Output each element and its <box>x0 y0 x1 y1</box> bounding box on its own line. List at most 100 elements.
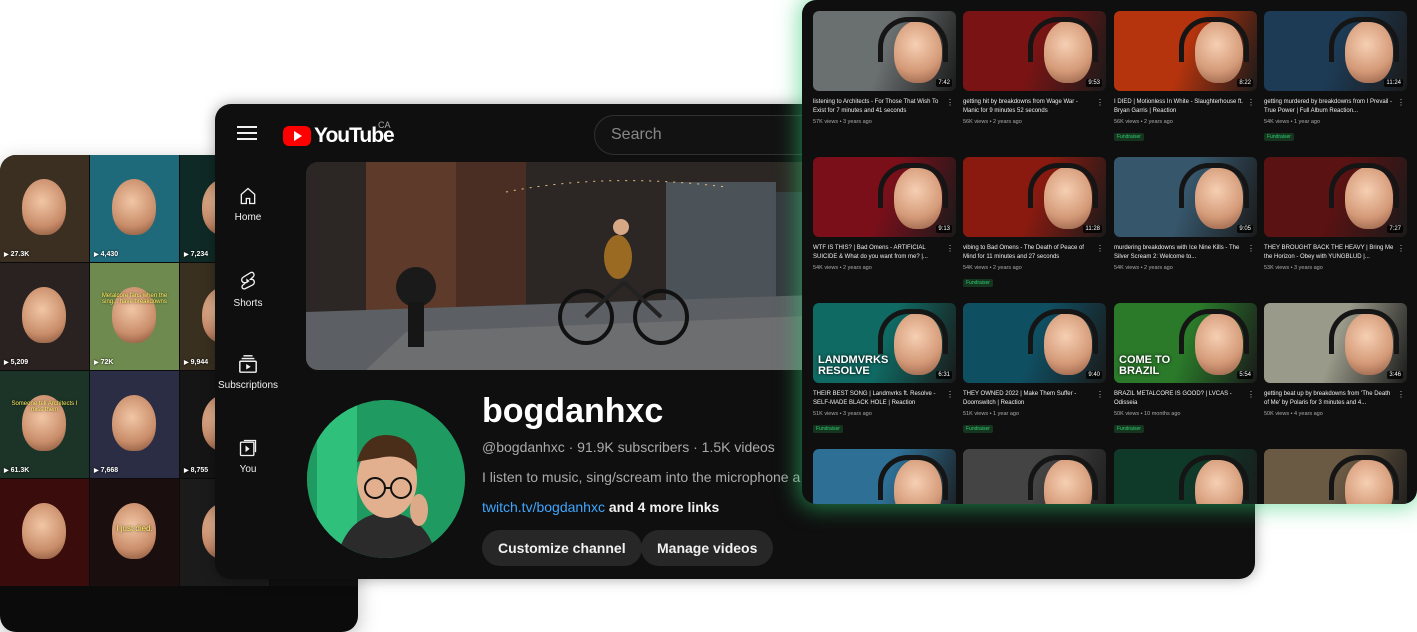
channel-link[interactable]: twitch.tv/bogdanhxc <box>482 499 605 515</box>
video-thumbnail[interactable]: 3:46 <box>1264 303 1407 383</box>
short-view-count: 27.3K <box>4 251 30 258</box>
customize-channel-button[interactable]: Customize channel <box>482 530 642 566</box>
short-view-count: 61.3K <box>4 467 30 474</box>
short-view-count: 4,430 <box>94 251 119 258</box>
more-options-icon[interactable]: ⋮ <box>946 390 954 399</box>
headphones-shape <box>878 309 948 354</box>
video-title[interactable]: WTF IS THIS? | Bad Omens - ARTIFICIAL SU… <box>813 245 928 260</box>
more-options-icon[interactable]: ⋮ <box>946 98 954 107</box>
short-thumbnail-face <box>22 179 66 235</box>
video-card[interactable]: 9:05 murdering breakdowns with Ice Nine K… <box>1114 157 1257 271</box>
video-stats: 54K views • 2 years ago <box>813 265 872 271</box>
video-title[interactable]: THEY BROUGHT BACK THE HEAVY | Bring Me t… <box>1264 245 1393 260</box>
video-thumbnail[interactable]: COME TO BRAZIL 5:54 <box>1114 303 1257 383</box>
video-duration: 9:40 <box>1086 371 1102 379</box>
video-thumbnail[interactable]: 7:42 <box>813 11 956 91</box>
video-stats: 56K views • 2 years ago <box>963 119 1022 125</box>
more-options-icon[interactable]: ⋮ <box>1096 98 1104 107</box>
video-duration: 7:42 <box>936 79 952 87</box>
video-thumbnail[interactable] <box>963 449 1106 504</box>
video-title[interactable]: getting beat up by breakdowns from 'The … <box>1264 391 1390 406</box>
more-options-icon[interactable]: ⋮ <box>1096 244 1104 253</box>
video-card[interactable]: 7:42 listening to Architects - For Those … <box>813 11 956 125</box>
video-card[interactable]: 9:13 WTF IS THIS? | Bad Omens - ARTIFICIA… <box>813 157 956 271</box>
video-card[interactable]: LANDMVRKS RESOLVE 6:31 THEIR BEST SONG | L… <box>813 303 956 435</box>
video-duration: 7:27 <box>1387 225 1403 233</box>
more-options-icon[interactable]: ⋮ <box>1247 98 1255 107</box>
sidebar-item-shorts[interactable]: Shorts <box>215 270 281 344</box>
more-options-icon[interactable]: ⋮ <box>1247 244 1255 253</box>
more-options-icon[interactable]: ⋮ <box>1397 98 1405 107</box>
video-title[interactable]: listening to Architects - For Those That… <box>813 99 938 114</box>
more-options-icon[interactable]: ⋮ <box>1397 244 1405 253</box>
video-title[interactable]: I DIED | Motionless In White - Slaughter… <box>1114 99 1243 114</box>
video-title[interactable]: THEY OWNED 2022 | Make Them Suffer - Doo… <box>963 391 1076 406</box>
short-tile[interactable]: 7,668 <box>90 371 179 478</box>
video-card[interactable]: 9:40 THEY OWNED 2022 | Make Them Suffer -… <box>963 303 1106 435</box>
more-options-icon[interactable]: ⋮ <box>1247 390 1255 399</box>
more-links-link[interactable]: and 4 more links <box>605 499 720 515</box>
more-options-icon[interactable]: ⋮ <box>1096 390 1104 399</box>
video-stats: 54K views • 2 years ago <box>1114 265 1173 271</box>
video-card[interactable]: 11:28 vibing to Bad Omens - The Death of … <box>963 157 1106 289</box>
video-card[interactable] <box>1264 449 1407 504</box>
video-card[interactable] <box>813 449 956 504</box>
video-card[interactable]: COME TO BRAZIL 5:54 BRAZIL METALCORE IS GO… <box>1114 303 1257 435</box>
short-tile[interactable] <box>0 479 89 586</box>
video-title[interactable]: getting hit by breakdowns from Wage War … <box>963 99 1078 114</box>
short-tile[interactable]: 5,209 <box>0 263 89 370</box>
more-options-icon[interactable]: ⋮ <box>1397 390 1405 399</box>
video-card[interactable]: 8:22 I DIED | Motionless In White - Slaug… <box>1114 11 1257 143</box>
video-card[interactable]: 3:46 getting beat up by breakdowns from '… <box>1264 303 1407 417</box>
fundraiser-badge: Fundraiser <box>963 279 993 287</box>
video-title[interactable]: getting murdered by breakdowns from I Pr… <box>1264 99 1392 114</box>
video-stats: 50K views • 10 months ago <box>1114 411 1181 417</box>
subscriptions-icon <box>239 355 257 373</box>
video-duration: 11:24 <box>1384 79 1403 87</box>
you-icon <box>239 439 257 457</box>
video-thumbnail[interactable]: 9:13 <box>813 157 956 237</box>
sidebar-item-you[interactable]: You <box>215 438 281 512</box>
menu-icon[interactable] <box>237 126 257 142</box>
video-card[interactable] <box>1114 449 1257 504</box>
video-title[interactable]: vibing to Bad Omens - The Death of Peace… <box>963 245 1084 260</box>
avatar[interactable] <box>307 400 465 558</box>
video-title-wrap: getting beat up by breakdowns from 'The … <box>1264 390 1407 408</box>
video-title-wrap: getting hit by breakdowns from Wage War … <box>963 98 1106 116</box>
short-tile[interactable]: I just died. <box>90 479 179 586</box>
video-title[interactable]: THEIR BEST SONG | Landmvrks ft. Resolve … <box>813 391 935 406</box>
video-card[interactable]: 7:27 THEY BROUGHT BACK THE HEAVY | Bring … <box>1264 157 1407 271</box>
video-card[interactable] <box>963 449 1106 504</box>
youtube-logo[interactable]: YouTube CA <box>283 120 395 148</box>
video-stats: 51K views • 1 year ago <box>963 411 1020 417</box>
video-thumbnail[interactable]: 11:28 <box>963 157 1106 237</box>
short-view-count: 72K <box>94 359 114 366</box>
headphones-shape <box>1329 163 1399 208</box>
sidebar-item-home[interactable]: Home <box>215 186 281 260</box>
video-thumbnail[interactable]: 8:22 <box>1114 11 1257 91</box>
video-thumbnail[interactable]: 11:24 <box>1264 11 1407 91</box>
headphones-shape <box>1329 309 1399 354</box>
video-thumbnail[interactable] <box>813 449 956 504</box>
video-duration: 5:54 <box>1237 371 1253 379</box>
video-title[interactable]: BRAZIL METALCORE IS GOOD? | LVCAS - Odis… <box>1114 391 1232 406</box>
manage-videos-button[interactable]: Manage videos <box>641 530 774 566</box>
video-title[interactable]: murdering breakdowns with Ice Nine Kills… <box>1114 245 1239 260</box>
video-card[interactable]: 9:53 getting hit by breakdowns from Wage … <box>963 11 1106 125</box>
video-thumbnail[interactable]: LANDMVRKS RESOLVE 6:31 <box>813 303 956 383</box>
short-tile[interactable]: Someone tell Architects I miss them 61.3K <box>0 371 89 478</box>
more-options-icon[interactable]: ⋮ <box>946 244 954 253</box>
video-thumbnail[interactable] <box>1114 449 1257 504</box>
short-tile[interactable]: 4,430 <box>90 155 179 262</box>
video-thumbnail[interactable]: 9:40 <box>963 303 1106 383</box>
thumbnail-overlay-text: COME TO BRAZIL <box>1119 354 1171 377</box>
sidebar-item-subscriptions[interactable]: Subscriptions <box>215 354 281 428</box>
video-thumbnail[interactable]: 9:05 <box>1114 157 1257 237</box>
video-thumbnail[interactable]: 9:53 <box>963 11 1106 91</box>
video-thumbnail[interactable] <box>1264 449 1407 504</box>
channel-description[interactable]: I listen to music, sing/scream into the … <box>482 469 800 485</box>
video-card[interactable]: 11:24 getting murdered by breakdowns from… <box>1264 11 1407 143</box>
short-tile[interactable]: Metalcore fans when the sing... have bre… <box>90 263 179 370</box>
short-tile[interactable]: 27.3K <box>0 155 89 262</box>
video-thumbnail[interactable]: 7:27 <box>1264 157 1407 237</box>
